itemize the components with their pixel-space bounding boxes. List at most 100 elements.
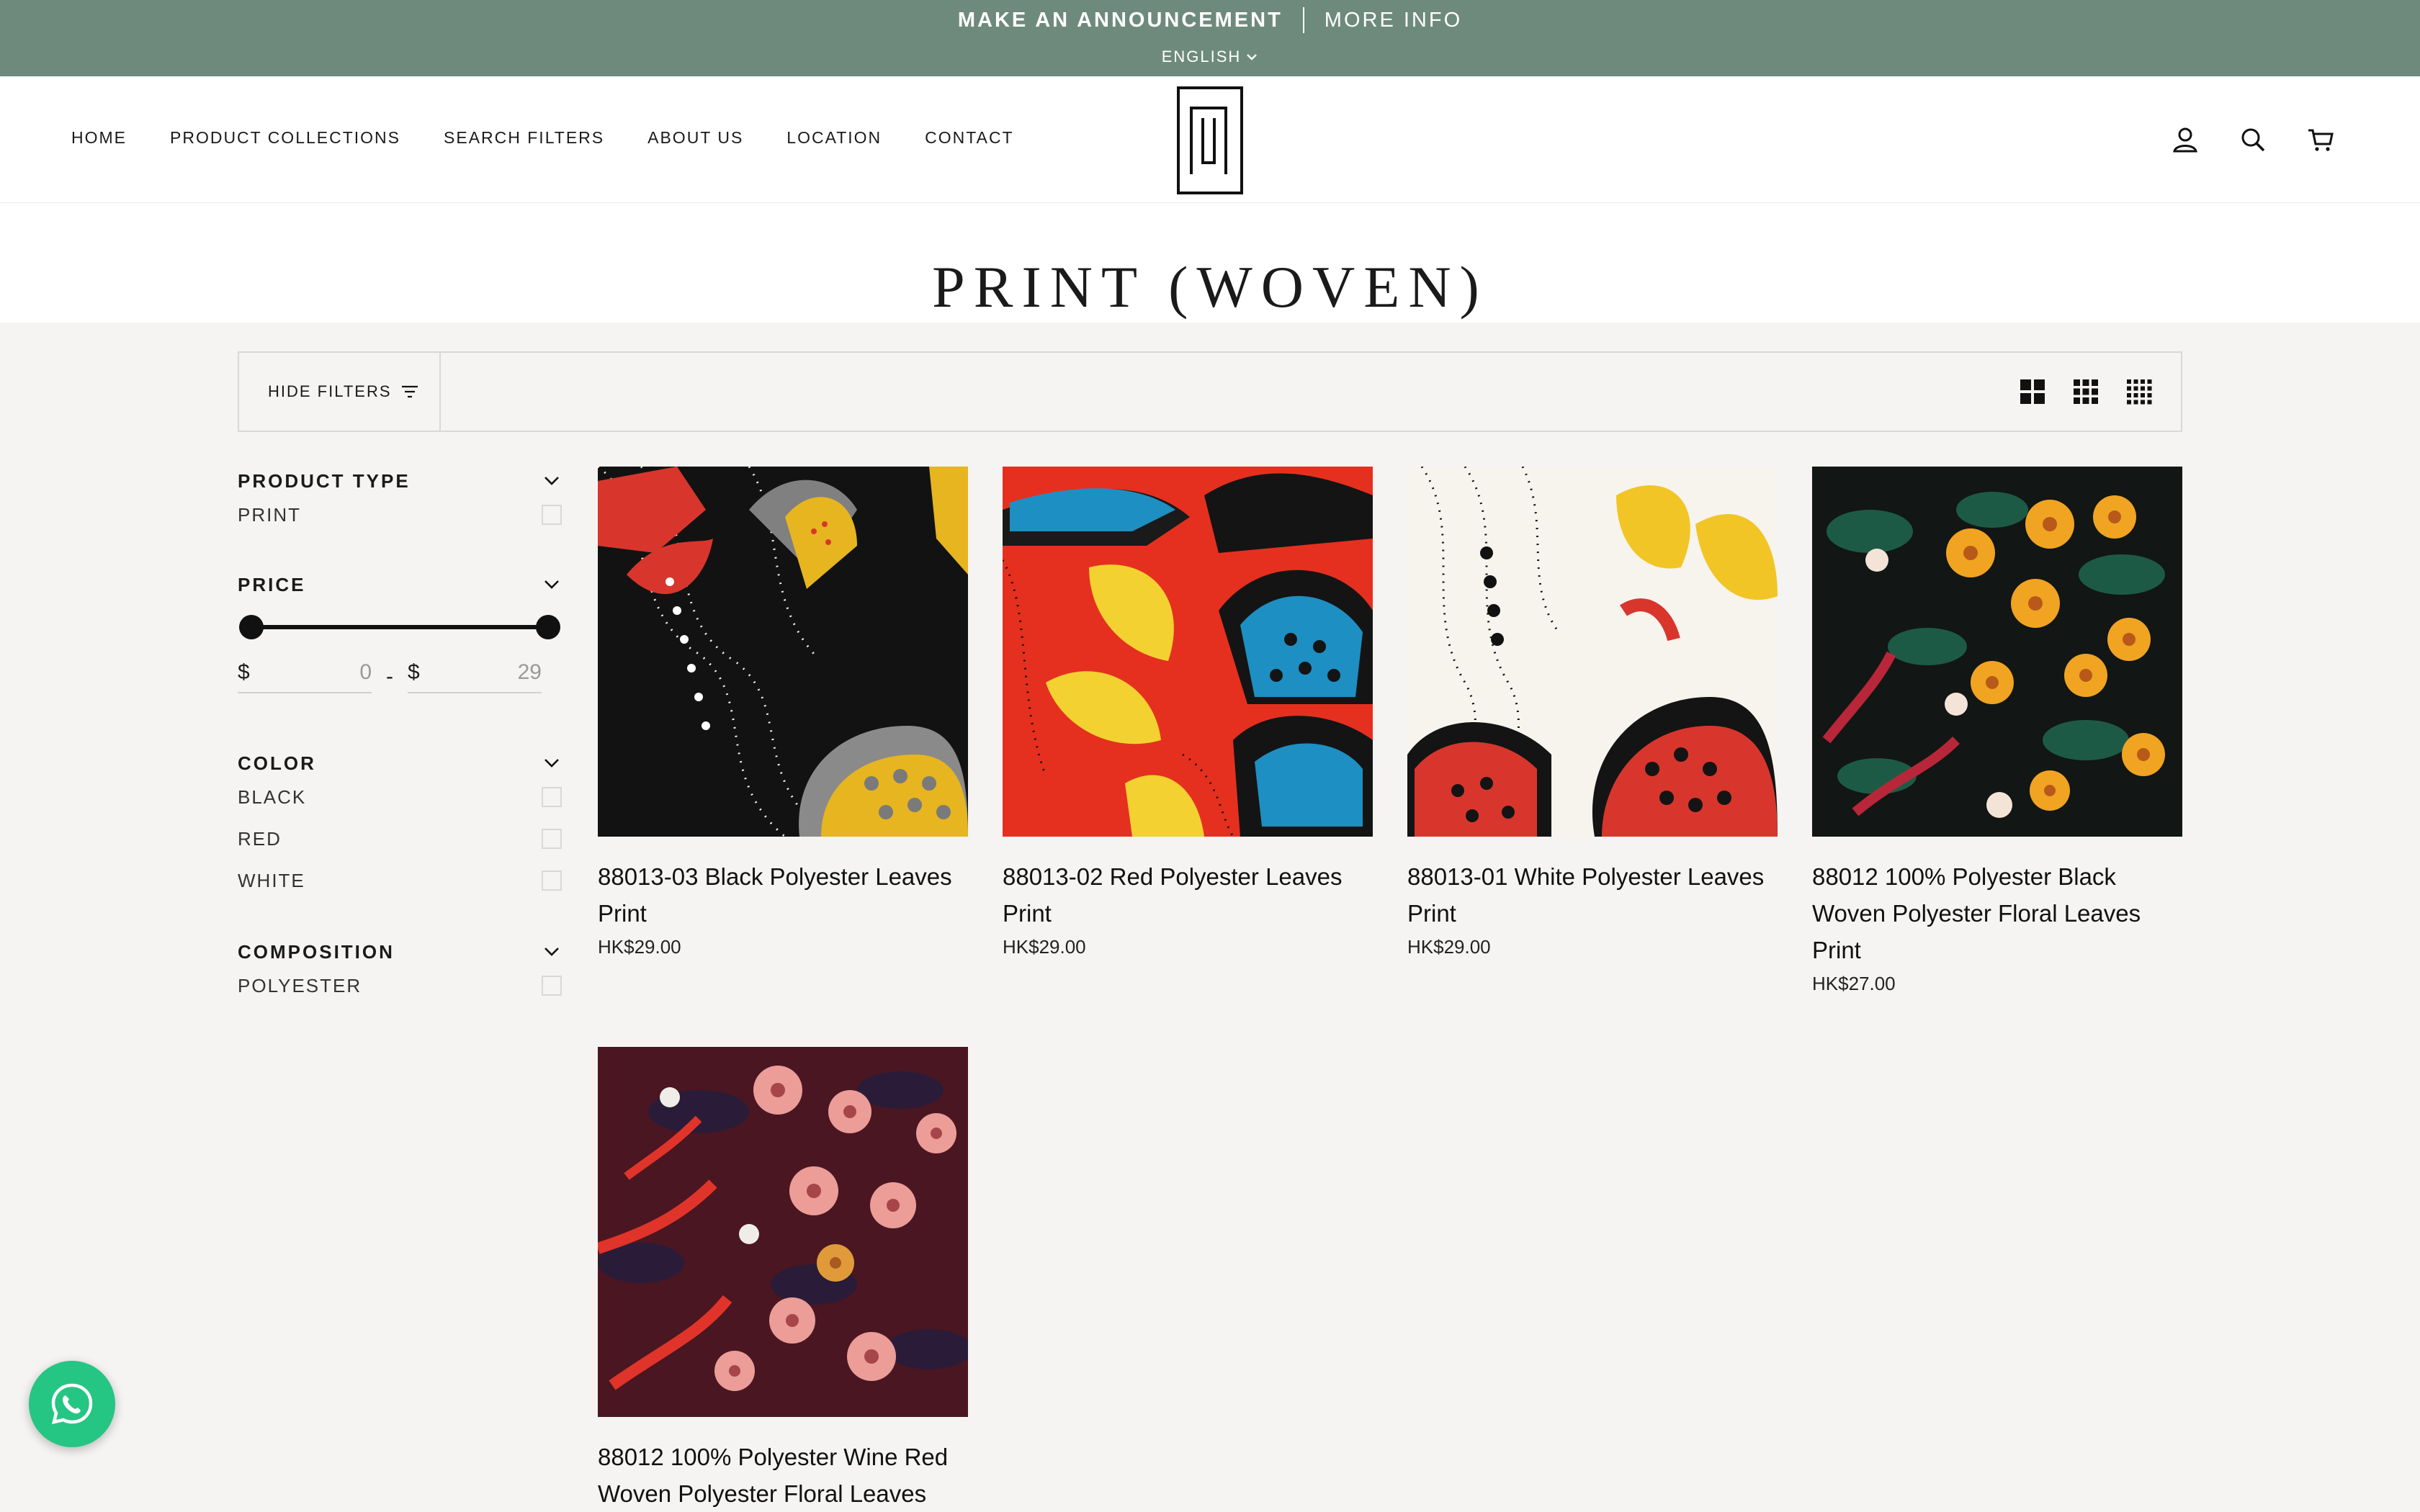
fabric-black-leaves-image (598, 467, 968, 837)
filters-sidebar: PRODUCT TYPE PRINT PRICE $ 0 - $ 29 COLO… (238, 468, 562, 1007)
nav-item-product-collections[interactable]: PRODUCT COLLECTIONS (170, 128, 400, 148)
logo-inner-mark (1201, 118, 1216, 164)
nav-item-contact[interactable]: CONTACT (925, 128, 1013, 148)
filter-option-polyester[interactable]: POLYESTER (238, 965, 562, 1007)
product-title[interactable]: 88012 100% Polyester Black Woven Polyest… (1812, 858, 2182, 968)
product-image[interactable] (1003, 467, 1373, 837)
filter-group-composition: COMPOSITION POLYESTER (238, 939, 562, 1007)
filter-group-price: PRICE $ 0 - $ 29 (238, 572, 562, 698)
price-range-dash: - (386, 665, 393, 688)
filter-group-color: COLOR BLACK RED WHITE (238, 750, 562, 901)
collection-header: PRINT (WOVEN) (0, 203, 2420, 323)
price-min-field[interactable]: $ 0 (238, 660, 372, 693)
fabric-white-leaves-image (1407, 467, 1778, 837)
filter-option-red[interactable]: RED (238, 818, 562, 860)
filter-checkbox[interactable] (542, 976, 562, 996)
announcement-row: MAKE AN ANNOUNCEMENT MORE INFO (0, 7, 2420, 33)
nav-item-location[interactable]: LOCATION (786, 128, 882, 148)
fabric-black-floral-image (1812, 467, 2182, 837)
filter-header-product-type[interactable]: PRODUCT TYPE (238, 468, 562, 494)
header-icons (2169, 124, 2336, 156)
filter-checkbox[interactable] (542, 787, 562, 807)
product-card[interactable]: 88013-03 Black Polyester Leaves Print HK… (598, 467, 968, 958)
price-slider-min-handle[interactable] (239, 615, 264, 639)
filter-checkbox[interactable] (542, 870, 562, 891)
chevron-down-icon (544, 477, 559, 485)
product-card[interactable]: 88012 100% Polyester Black Woven Polyest… (1812, 467, 2182, 995)
chevron-down-icon (544, 759, 559, 768)
product-card[interactable]: 88013-01 White Polyester Leaves Print HK… (1407, 467, 1778, 958)
nav-item-home[interactable]: HOME (71, 128, 127, 148)
chevron-down-icon (544, 580, 559, 589)
hide-filters-label: HIDE FILTERS (268, 382, 392, 400)
price-range-slider[interactable] (238, 598, 562, 655)
filter-group-product-type: PRODUCT TYPE PRINT (238, 468, 562, 536)
site-logo[interactable] (1177, 86, 1243, 194)
filter-title: PRICE (238, 573, 306, 595)
product-price: HK$29.00 (1407, 936, 1491, 958)
chevron-down-icon (544, 948, 559, 956)
filter-lines-icon (401, 385, 418, 398)
price-min-value: 0 (359, 660, 372, 684)
product-image[interactable] (598, 467, 968, 837)
product-price: HK$27.00 (1812, 973, 1896, 994)
product-card[interactable]: 88013-02 Red Polyester Leaves Print HK$2… (1003, 467, 1373, 958)
product-title[interactable]: 88013-01 White Polyester Leaves Print (1407, 858, 1778, 932)
filter-option-label: POLYESTER (238, 974, 362, 996)
grid-small-icon[interactable] (2126, 379, 2152, 405)
language-selector[interactable]: ENGLISH (0, 48, 2420, 66)
main-nav: HOME PRODUCT COLLECTIONS SEARCH FILTERS … (71, 128, 1014, 148)
price-max-value: 29 (517, 660, 542, 684)
search-icon[interactable] (2237, 124, 2269, 156)
filter-option-label: RED (238, 827, 282, 850)
currency-symbol: $ (408, 660, 420, 684)
account-icon[interactable] (2169, 124, 2201, 156)
product-image[interactable] (1407, 467, 1778, 837)
price-slider-track (252, 625, 547, 629)
whatsapp-chat-button[interactable] (29, 1361, 115, 1447)
product-title[interactable]: 88012 100% Polyester Wine Red Woven Poly… (598, 1439, 968, 1512)
whatsapp-icon (51, 1383, 93, 1425)
more-info-link[interactable]: MORE INFO (1325, 9, 1462, 32)
cart-icon[interactable] (2305, 124, 2336, 156)
filter-header-color[interactable]: COLOR (238, 750, 562, 776)
site-header: HOME PRODUCT COLLECTIONS SEARCH FILTERS … (0, 76, 2420, 203)
filter-option-label: BLACK (238, 786, 307, 808)
chevron-down-icon (1247, 54, 1258, 60)
filter-option-label: WHITE (238, 869, 305, 891)
price-slider-max-handle[interactable] (536, 615, 560, 639)
language-label: ENGLISH (1161, 48, 1242, 66)
fabric-wine-red-floral-image (598, 1047, 968, 1417)
filter-title: PRODUCT TYPE (238, 469, 411, 492)
nav-item-search-filters[interactable]: SEARCH FILTERS (444, 128, 604, 148)
product-price: HK$29.00 (1003, 936, 1086, 958)
price-max-field[interactable]: $ 29 (408, 660, 542, 693)
hide-filters-button[interactable]: HIDE FILTERS (239, 353, 441, 431)
product-price: HK$29.00 (598, 936, 681, 958)
filter-title: COLOR (238, 752, 316, 774)
currency-symbol: $ (238, 660, 250, 684)
filter-option-print[interactable]: PRINT (238, 494, 562, 536)
product-image[interactable] (598, 1047, 968, 1417)
product-title[interactable]: 88013-03 Black Polyester Leaves Print (598, 858, 968, 932)
filter-header-composition[interactable]: COMPOSITION (238, 939, 562, 965)
filter-checkbox[interactable] (542, 829, 562, 849)
announcement-bar: MAKE AN ANNOUNCEMENT MORE INFO ENGLISH (0, 0, 2420, 76)
grid-large-icon[interactable] (2020, 379, 2045, 405)
announcement-message: MAKE AN ANNOUNCEMENT (957, 8, 1283, 32)
price-inputs: $ 0 - $ 29 (238, 655, 562, 698)
filter-checkbox[interactable] (542, 505, 562, 525)
filter-option-white[interactable]: WHITE (238, 860, 562, 901)
product-title[interactable]: 88013-02 Red Polyester Leaves Print (1003, 858, 1373, 932)
filter-header-price[interactable]: PRICE (238, 572, 562, 598)
product-card[interactable]: 88012 100% Polyester Wine Red Woven Poly… (598, 1047, 968, 1512)
nav-item-about-us[interactable]: ABOUT US (647, 128, 743, 148)
filter-option-label: PRINT (238, 503, 301, 526)
announcement-divider (1302, 7, 1304, 33)
fabric-red-leaves-image (1003, 467, 1373, 837)
grid-switcher (2020, 379, 2152, 405)
grid-medium-icon[interactable] (2073, 379, 2099, 405)
collection-toolbar: HIDE FILTERS (238, 351, 2182, 432)
filter-option-black[interactable]: BLACK (238, 776, 562, 818)
product-image[interactable] (1812, 467, 2182, 837)
